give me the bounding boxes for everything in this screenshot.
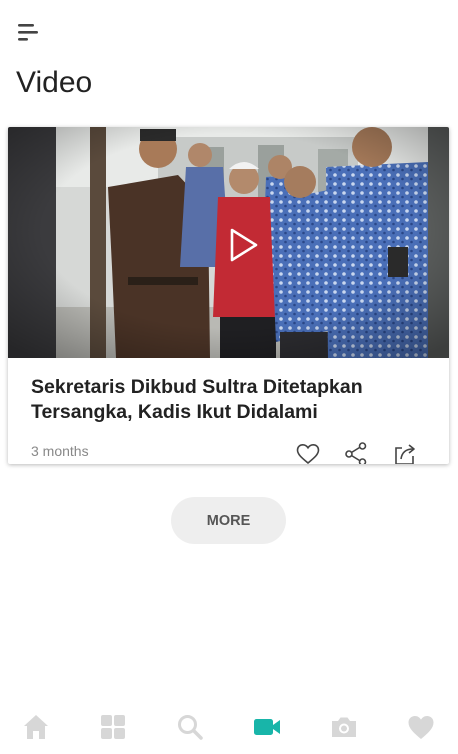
external-share-icon[interactable]	[392, 441, 418, 464]
video-title[interactable]: Sekretaris Dikbud Sultra Ditetapkan Ters…	[31, 375, 431, 425]
timestamp: 3 months	[31, 443, 89, 459]
heart-outline-icon[interactable]	[295, 441, 321, 464]
photo-camera-icon[interactable]	[329, 712, 359, 742]
share-icon[interactable]	[343, 441, 369, 464]
play-icon[interactable]	[224, 227, 260, 263]
video-camera-icon[interactable]	[252, 712, 282, 742]
menu-icon[interactable]	[16, 20, 42, 44]
video-card[interactable]: Sekretaris Dikbud Sultra Ditetapkan Ters…	[8, 127, 449, 464]
home-icon[interactable]	[21, 712, 51, 742]
search-icon[interactable]	[175, 712, 205, 742]
grid-icon[interactable]	[98, 712, 128, 742]
more-button[interactable]: MORE	[171, 497, 286, 544]
bottom-nav	[0, 700, 458, 754]
heart-icon[interactable]	[406, 712, 436, 742]
page-title: Video	[16, 66, 93, 99]
video-thumbnail[interactable]	[8, 127, 449, 358]
